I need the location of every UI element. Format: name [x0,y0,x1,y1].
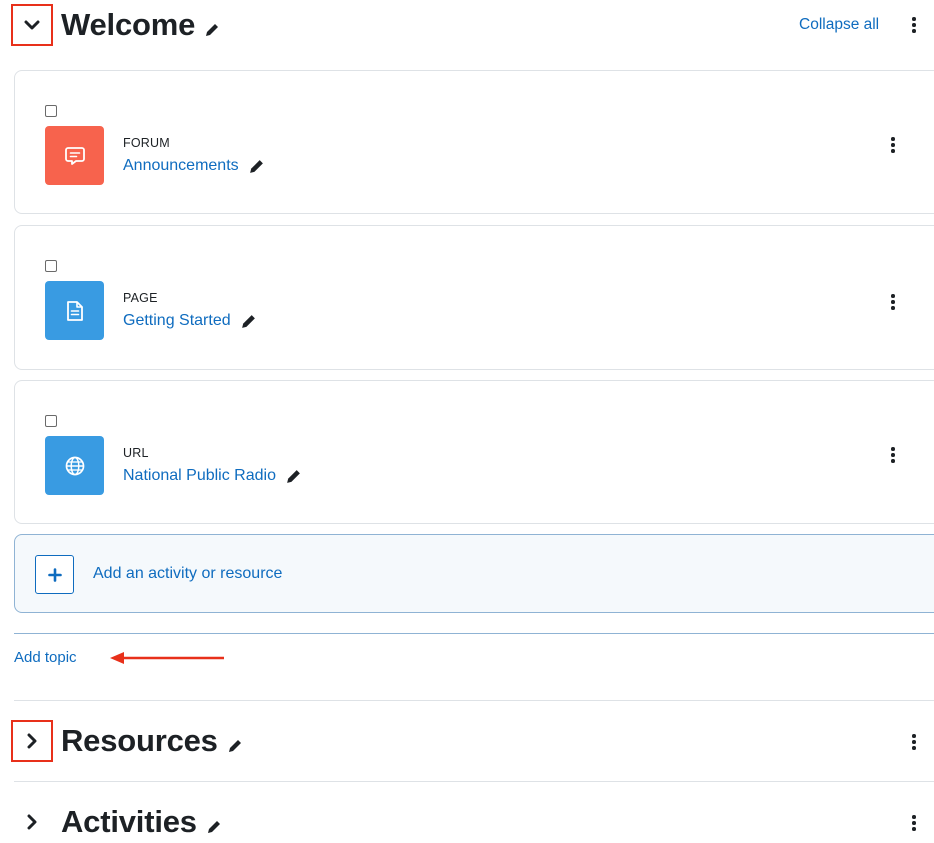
divider [14,781,934,782]
activity-menu-icon[interactable] [887,445,899,465]
activity-card: PAGE Getting Started [14,225,934,370]
activity-type: FORUM [123,136,170,150]
chevron-right-icon [27,814,37,830]
edit-pencil-icon[interactable] [285,468,302,485]
activity-card: URL National Public Radio [14,380,934,524]
activity-menu-icon[interactable] [887,135,899,155]
page-icon [45,281,104,340]
activity-type: URL [123,446,149,460]
section-menu-icon[interactable] [908,813,920,833]
activity-link[interactable]: Getting Started [123,312,231,330]
activity-menu-icon[interactable] [887,292,899,312]
section-title[interactable]: Welcome [61,4,220,46]
section-title[interactable]: Activities [61,801,222,843]
activity-card: FORUM Announcements [14,70,934,214]
plus-icon[interactable] [35,555,74,594]
edit-pencil-icon[interactable] [206,807,222,843]
expand-section-toggle[interactable] [11,720,53,762]
section-header-welcome: Welcome [61,4,220,46]
edit-pencil-icon[interactable] [240,313,257,330]
activity-link[interactable]: National Public Radio [123,467,276,485]
expand-section-toggle[interactable] [11,801,53,843]
section-title[interactable]: Resources [61,720,243,762]
add-activity-label[interactable]: Add an activity or resource [93,565,282,583]
edit-pencil-icon[interactable] [204,10,220,46]
divider [14,633,934,634]
edit-pencil-icon[interactable] [248,158,265,175]
select-checkbox[interactable] [45,415,57,427]
divider [14,700,934,701]
section-header-activities: Activities [61,801,222,843]
section-menu-icon[interactable] [908,732,920,752]
add-activity-button[interactable]: Add an activity or resource [14,534,934,613]
section-menu-icon[interactable] [908,15,920,35]
activity-link[interactable]: Announcements [123,157,239,175]
activity-name-row: Announcements [123,157,265,175]
chevron-right-icon [27,733,37,749]
activity-name-row: National Public Radio [123,467,302,485]
arrow-left-icon [110,652,224,664]
section-header-resources: Resources [61,720,243,762]
edit-pencil-icon[interactable] [227,726,243,762]
collapse-all-link[interactable]: Collapse all [799,16,879,34]
chevron-down-icon [24,20,40,30]
select-checkbox[interactable] [45,105,57,117]
add-topic-link[interactable]: Add topic [14,649,77,666]
activity-name-row: Getting Started [123,312,257,330]
forum-icon [45,126,104,185]
activity-type: PAGE [123,291,158,305]
collapse-section-toggle[interactable] [11,4,53,46]
globe-icon [45,436,104,495]
select-checkbox[interactable] [45,260,57,272]
